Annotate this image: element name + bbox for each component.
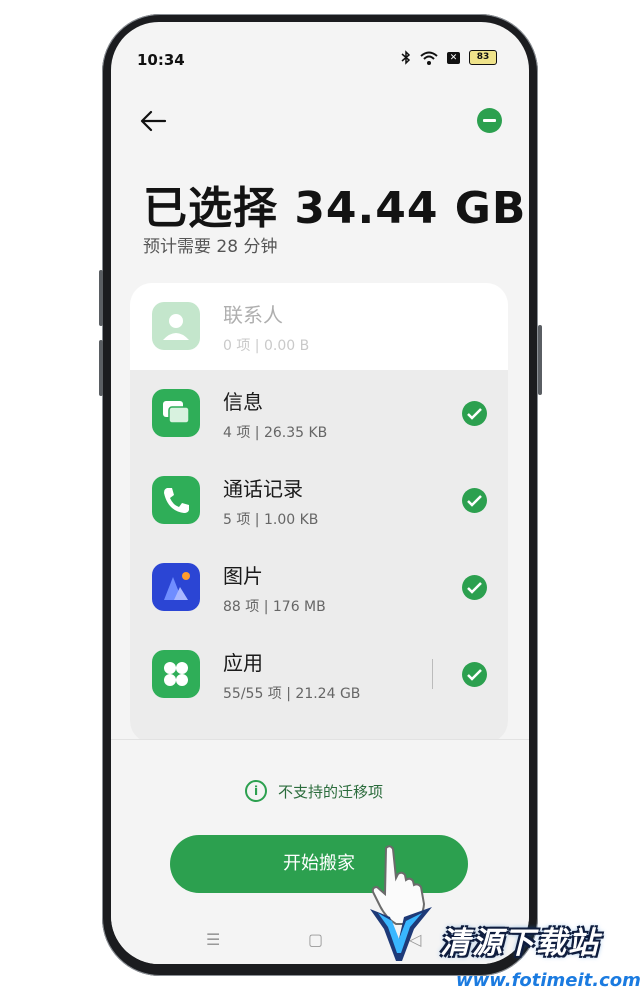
bluetooth-icon bbox=[401, 50, 411, 65]
item-meta: 55/55 项 | 21.24 GB bbox=[223, 686, 361, 702]
screen: 10:34 ✕ 83 已选择 34.44 GB 预计需要 28 分钟 联系人 0… bbox=[111, 22, 529, 964]
item-name: 信息 bbox=[223, 390, 263, 414]
wifi-icon bbox=[420, 51, 438, 65]
home-icon[interactable]: ▢ bbox=[308, 930, 323, 949]
power-button bbox=[538, 325, 542, 395]
apps-icon bbox=[152, 650, 200, 698]
data-list-card: 联系人 0 项 | 0.00 B 信息 4 项 | 26.35 KB 通话记录 … bbox=[130, 283, 508, 743]
list-item-call-log[interactable]: 通话记录 5 项 | 1.00 KB bbox=[130, 457, 508, 541]
item-meta: 88 项 | 176 MB bbox=[223, 599, 326, 615]
info-icon: i bbox=[245, 780, 267, 802]
battery-icon: 83 bbox=[469, 50, 497, 65]
item-meta: 0 项 | 0.00 B bbox=[223, 338, 310, 354]
status-bar: 10:34 ✕ 83 bbox=[111, 22, 529, 92]
page-title: 已选择 34.44 GB bbox=[143, 183, 527, 234]
checkmark-icon[interactable] bbox=[462, 662, 487, 687]
item-meta: 4 项 | 26.35 KB bbox=[223, 425, 328, 441]
item-name: 图片 bbox=[223, 564, 263, 588]
messages-icon bbox=[152, 389, 200, 437]
back-arrow-icon[interactable] bbox=[138, 106, 168, 136]
checkmark-icon[interactable] bbox=[462, 401, 487, 426]
deselect-all-button[interactable] bbox=[477, 108, 502, 133]
list-item-apps[interactable]: 应用 55/55 项 | 21.24 GB bbox=[130, 631, 508, 715]
list-item-contacts[interactable]: 联系人 0 项 | 0.00 B bbox=[130, 283, 508, 367]
list-item-gallery[interactable]: 图片 88 项 | 176 MB bbox=[130, 544, 508, 628]
estimated-time: 预计需要 28 分钟 bbox=[143, 237, 278, 257]
unsupported-items-link[interactable]: i 不支持的迁移项 bbox=[245, 780, 383, 802]
status-time: 10:34 bbox=[137, 51, 185, 69]
checkmark-icon[interactable] bbox=[462, 488, 487, 513]
status-icons: ✕ 83 bbox=[401, 50, 497, 65]
watermark-logo-icon bbox=[370, 907, 432, 961]
x-icon: ✕ bbox=[447, 51, 460, 64]
item-name: 应用 bbox=[223, 651, 263, 675]
watermark-text: 清源下载站 bbox=[440, 926, 600, 961]
menu-icon[interactable]: ☰ bbox=[206, 930, 220, 949]
divider bbox=[432, 659, 433, 689]
item-name: 通话记录 bbox=[223, 477, 303, 501]
list-item-messages[interactable]: 信息 4 项 | 26.35 KB bbox=[130, 370, 508, 454]
item-meta: 5 项 | 1.00 KB bbox=[223, 512, 319, 528]
unsupported-label: 不支持的迁移项 bbox=[278, 782, 384, 801]
phone-icon bbox=[152, 476, 200, 524]
contacts-icon bbox=[152, 302, 200, 350]
volume-button bbox=[99, 270, 103, 326]
volume-button bbox=[99, 340, 103, 396]
item-name: 联系人 bbox=[223, 303, 283, 327]
watermark-url: www.fotimeit.com bbox=[456, 970, 640, 991]
checkmark-icon[interactable] bbox=[462, 575, 487, 600]
gallery-icon bbox=[152, 563, 200, 611]
